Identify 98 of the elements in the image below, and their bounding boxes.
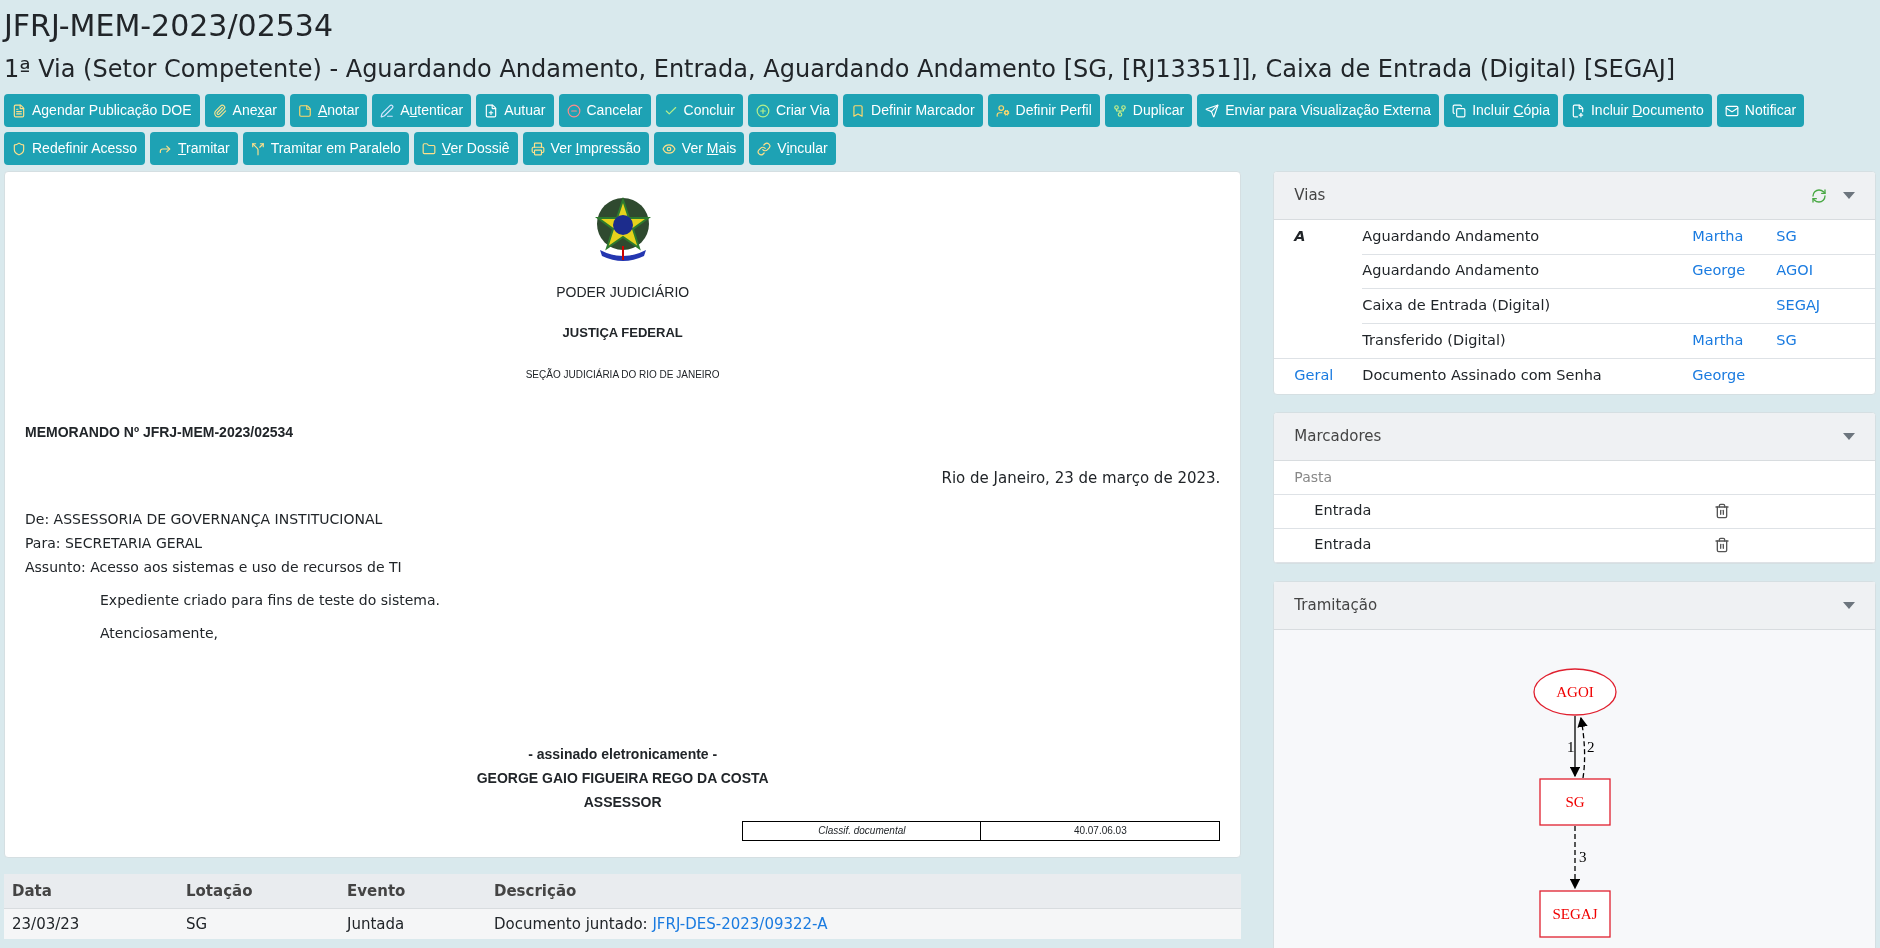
toolbar-icon <box>297 103 312 118</box>
memo-field: Para: SECRETARIA GERAL <box>25 533 1221 554</box>
toolbar-icon <box>1205 103 1220 118</box>
column-header: Evento <box>347 880 407 902</box>
document-header: PODER JUDICIÁRIO <box>556 283 690 302</box>
toolbar-icon <box>1112 103 1127 118</box>
delete-icon[interactable] <box>1714 537 1731 553</box>
via-status: Transferido (Digital) <box>1362 330 1507 350</box>
marker-group: Pasta <box>1294 466 1333 488</box>
via-status: Caixa de Entrada (Digital) <box>1362 295 1552 315</box>
toolbar-icon <box>250 141 265 156</box>
delete-icon[interactable] <box>1714 503 1731 519</box>
table-cell-text: 23/03/23 <box>12 913 81 935</box>
document-header: SEÇÃO JUDICIÁRIA DO RIO DE JANEIRO <box>525 367 720 382</box>
toolbar-icon <box>380 103 395 118</box>
toolbar-button[interactable]: Anexar <box>204 94 285 127</box>
signature-line: ASSESSOR <box>583 793 662 812</box>
unit-link[interactable]: SG <box>1776 331 1797 348</box>
marker-name: Entrada <box>1314 535 1373 555</box>
toolbar-icon <box>566 103 581 118</box>
person-link[interactable]: George <box>1692 262 1746 279</box>
toolbar-button[interactable]: Notificar <box>1716 94 1805 127</box>
toolbar-button[interactable]: Ver Mais <box>653 132 745 165</box>
toolbar-icon <box>851 103 866 118</box>
memo-paragraph: Atenciosamente, <box>100 624 219 643</box>
toolbar-icon <box>530 141 545 156</box>
column-header: Data <box>12 880 53 902</box>
person-link[interactable]: Martha <box>1692 227 1744 244</box>
toolbar-icon <box>1452 103 1467 118</box>
toolbar-button[interactable]: Ver Impressão <box>522 132 649 165</box>
toolbar-icon <box>755 103 770 118</box>
page-subtitle: 1ª Via (Setor Competente) - Aguardando Andamento, Entrada, Aguardando Andamento [SG, [RJ13351]], Caixa de Entrada (Digital) [SEGAJ] <box>4 54 1677 85</box>
toolbar-icon <box>212 103 227 118</box>
toolbar-button[interactable]: Autenticar <box>372 94 472 127</box>
signature-line: - assinado eletronicamente - <box>528 745 718 764</box>
toolbar-button[interactable]: Enviar para Visualização Externa <box>1197 94 1440 127</box>
panel-title: Vias <box>1294 185 1326 207</box>
via-link[interactable]: Geral <box>1294 365 1334 388</box>
caret-icon[interactable] <box>1843 192 1855 199</box>
toolbar-icon <box>1571 103 1585 118</box>
memo-date: Rio de Janeiro, 23 de março de 2023. <box>941 467 1221 489</box>
toolbar-icon <box>12 103 26 118</box>
diagram-node: SG <box>1539 777 1611 826</box>
marker-name: Entrada <box>1314 501 1373 521</box>
toolbar-button[interactable]: Incluir Cópia <box>1444 94 1558 127</box>
panel-title: Tramitação <box>1294 594 1378 616</box>
signature-line: GEORGE GAIO FIGUEIRA REGO DA COSTA <box>476 769 769 788</box>
unit-link[interactable]: SG <box>1776 227 1797 244</box>
table-cell-text: SG <box>186 913 209 935</box>
document-link[interactable]: JFRJ-DES-2023/09322-A <box>652 912 828 936</box>
toolbar-button[interactable]: Incluir Documento <box>1563 94 1712 127</box>
toolbar-button[interactable]: Duplicar <box>1104 94 1193 127</box>
classification-value: 40.07.06.03 <box>1072 824 1128 838</box>
column-header: Descrição <box>494 880 578 902</box>
column-header: Lotação <box>186 880 254 902</box>
diagram-node: AGOI <box>1533 667 1617 716</box>
caret-icon[interactable] <box>1843 601 1855 609</box>
unit-link[interactable]: AGOI <box>1776 262 1813 279</box>
memo-number: MEMORANDO Nº JFRJ-MEM-2023/02534 <box>25 422 295 442</box>
toolbar-icon <box>12 141 26 156</box>
via-status: Aguardando Andamento <box>1362 226 1541 246</box>
person-link[interactable]: George <box>1692 367 1746 384</box>
toolbar-icon <box>421 141 436 156</box>
unit-link[interactable]: SEGAJ <box>1776 296 1821 313</box>
toolbar-button[interactable]: Vincular <box>749 132 836 165</box>
table-cell-text: Juntada <box>347 913 406 935</box>
toolbar-icon <box>484 103 499 118</box>
diagram-node: SEGAJ <box>1539 889 1611 938</box>
memo-field: De: ASSESSORIA DE GOVERNANÇA INSTITUCIONAL <box>25 509 1221 530</box>
via-status: Documento Assinado com Senha <box>1362 366 1603 386</box>
page-title: JFRJ-MEM-2023/02534 <box>4 7 334 45</box>
toolbar-button[interactable]: Agendar Publicação DOE <box>4 94 200 127</box>
toolbar-icon <box>661 141 676 156</box>
toolbar-button[interactable]: Concluir <box>655 94 743 127</box>
via-status: Aguardando Andamento <box>1362 261 1541 281</box>
toolbar-button[interactable]: Definir Perfil <box>987 94 1100 127</box>
refresh-icon[interactable] <box>1811 187 1827 204</box>
document-header: JUSTIÇA FEDERAL <box>562 324 683 342</box>
panel-title: Marcadores <box>1294 425 1382 447</box>
toolbar-button[interactable]: Tramitar <box>150 132 238 165</box>
toolbar-icon <box>1724 103 1739 118</box>
toolbar-button[interactable]: Anotar <box>289 94 368 127</box>
toolbar-button[interactable]: Ver Dossiê <box>413 132 518 165</box>
memo-field: Assunto: Acesso aos sistemas e uso de recursos de TI <box>25 557 1221 578</box>
person-link[interactable]: Martha <box>1692 331 1744 348</box>
toolbar-button[interactable]: Tramitar em Paralelo <box>242 132 409 165</box>
classification-label: Classif. documental <box>743 822 982 840</box>
toolbar-icon <box>995 103 1010 118</box>
via-letter: A <box>1294 227 1306 247</box>
toolbar-icon <box>757 141 772 156</box>
toolbar-button[interactable]: Autuar <box>476 94 554 127</box>
memo-paragraph: Expediente criado para fins de teste do sistema. <box>100 591 441 610</box>
toolbar-button[interactable]: Redefinir Acesso <box>4 132 146 165</box>
toolbar-button[interactable]: Definir Marcador <box>843 94 983 127</box>
table-cell-text: Documento juntado: <box>494 913 649 935</box>
toolbar-button[interactable]: Criar Via <box>747 94 839 127</box>
toolbar-button[interactable]: Cancelar <box>558 94 651 127</box>
caret-icon[interactable] <box>1843 432 1855 440</box>
